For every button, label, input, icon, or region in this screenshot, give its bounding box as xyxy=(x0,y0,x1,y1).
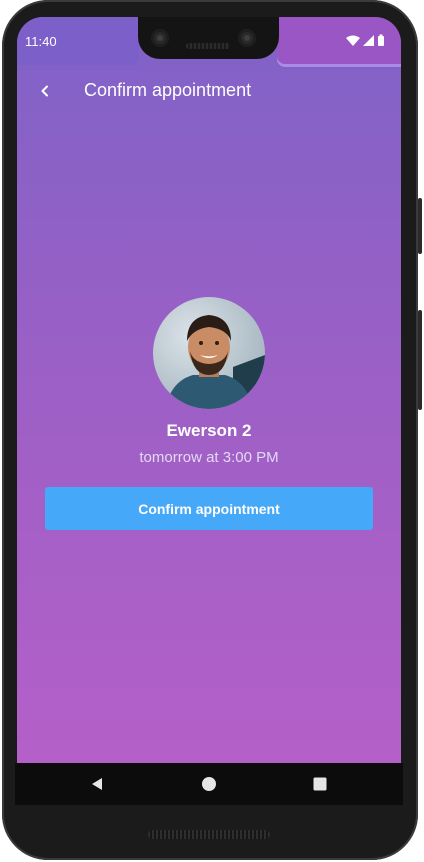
provider-name: Ewerson 2 xyxy=(166,421,252,440)
provider-avatar xyxy=(153,297,265,409)
earpiece-speaker xyxy=(186,43,230,49)
bottom-speaker xyxy=(148,830,270,839)
page-title: Confirm appointment xyxy=(84,80,252,100)
phone-frame: 11:40 Confirm appointment Ewerson 2 tomo… xyxy=(0,0,424,862)
nav-home-button[interactable] xyxy=(199,774,219,794)
power-button xyxy=(418,198,422,254)
status-bar: 11:40 xyxy=(17,17,401,67)
recents-square-icon xyxy=(313,777,327,791)
battery-icon xyxy=(378,36,384,46)
appointment-time: tomorrow at 3:00 PM xyxy=(139,449,279,466)
back-triangle-icon xyxy=(92,778,102,790)
status-icons xyxy=(345,34,395,50)
nav-back-button[interactable] xyxy=(87,774,107,794)
nav-recents-button[interactable] xyxy=(310,774,330,794)
status-clock: 11:40 xyxy=(25,34,57,49)
back-button[interactable] xyxy=(31,77,59,105)
wifi-icon xyxy=(346,35,360,46)
signal-icon xyxy=(363,35,374,46)
home-circle-icon xyxy=(202,777,216,791)
front-camera-right xyxy=(238,29,256,47)
confirm-appointment-button[interactable]: Confirm appointment xyxy=(45,487,373,530)
front-camera-left xyxy=(151,29,169,47)
system-nav-bar xyxy=(15,763,403,805)
volume-button xyxy=(418,310,422,410)
app-bar: Confirm appointment xyxy=(17,73,401,109)
status-bar-right xyxy=(277,17,401,67)
app-screen: 11:40 Confirm appointment Ewerson 2 tomo… xyxy=(17,17,401,763)
status-bar-left: 11:40 xyxy=(17,17,139,65)
chevron-left-icon xyxy=(41,85,48,97)
camera-notch xyxy=(138,17,279,59)
